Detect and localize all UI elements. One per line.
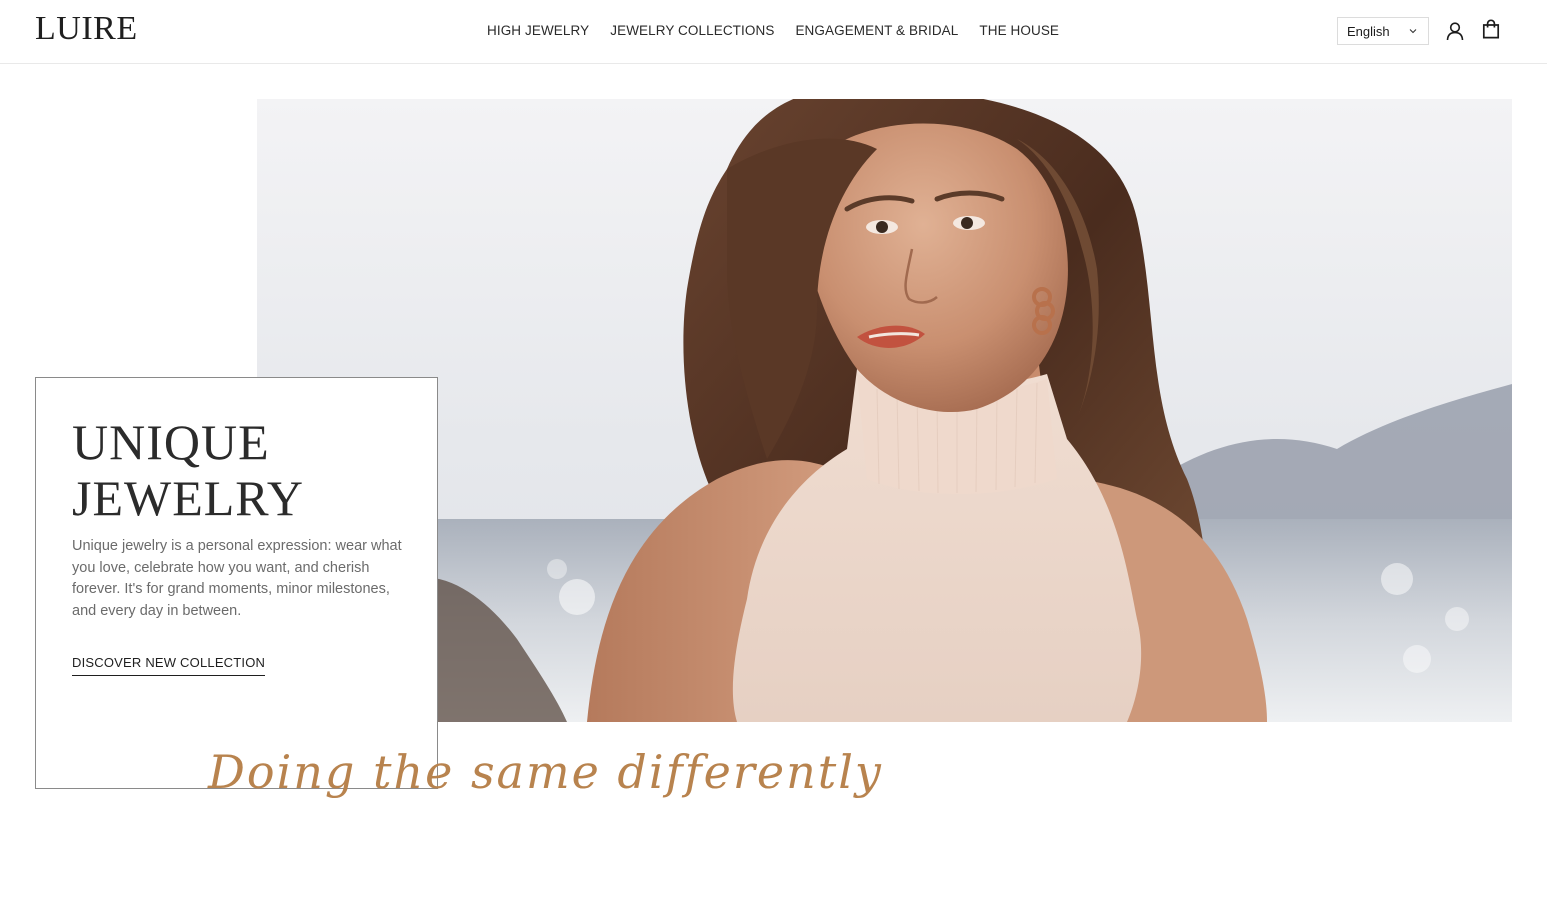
tagline-script: Doing the same differently <box>207 745 881 799</box>
tagline-text: Doing the same differently <box>207 745 883 799</box>
shopping-bag-icon <box>1482 19 1500 39</box>
hero-title: UNIQUE JEWELRY <box>72 414 412 526</box>
cart-button[interactable] <box>1481 18 1501 40</box>
hero-description: Unique jewelry is a personal expression:… <box>72 538 402 619</box>
language-select-value: English <box>1347 23 1390 39</box>
nav-item-high-jewelry[interactable]: HIGH JEWELRY <box>487 22 589 40</box>
language-select[interactable]: English <box>1337 17 1429 45</box>
brand-logo[interactable]: LUIRE <box>35 9 138 49</box>
nav-item-the-house[interactable]: THE HOUSE <box>979 22 1059 40</box>
hero-title-line-2: JEWELRY <box>72 470 304 526</box>
hero-title-line-1: UNIQUE <box>72 414 270 470</box>
site-header: LUIRE HIGH JEWELRY JEWELRY COLLECTIONS E… <box>0 0 1547 64</box>
discover-collection-link[interactable]: DISCOVER NEW COLLECTION <box>72 655 266 676</box>
hero-photo-illustration <box>257 99 1512 722</box>
main-nav: HIGH JEWELRY JEWELRY COLLECTIONS ENGAGEM… <box>487 22 1059 40</box>
nav-item-jewelry-collections[interactable]: JEWELRY COLLECTIONS <box>610 22 774 40</box>
nav-item-engagement-bridal[interactable]: ENGAGEMENT & BRIDAL <box>795 22 958 40</box>
user-account-icon <box>1446 22 1464 41</box>
account-button[interactable] <box>1444 20 1466 42</box>
hero-image <box>257 99 1512 722</box>
chevron-down-icon <box>1409 29 1417 34</box>
